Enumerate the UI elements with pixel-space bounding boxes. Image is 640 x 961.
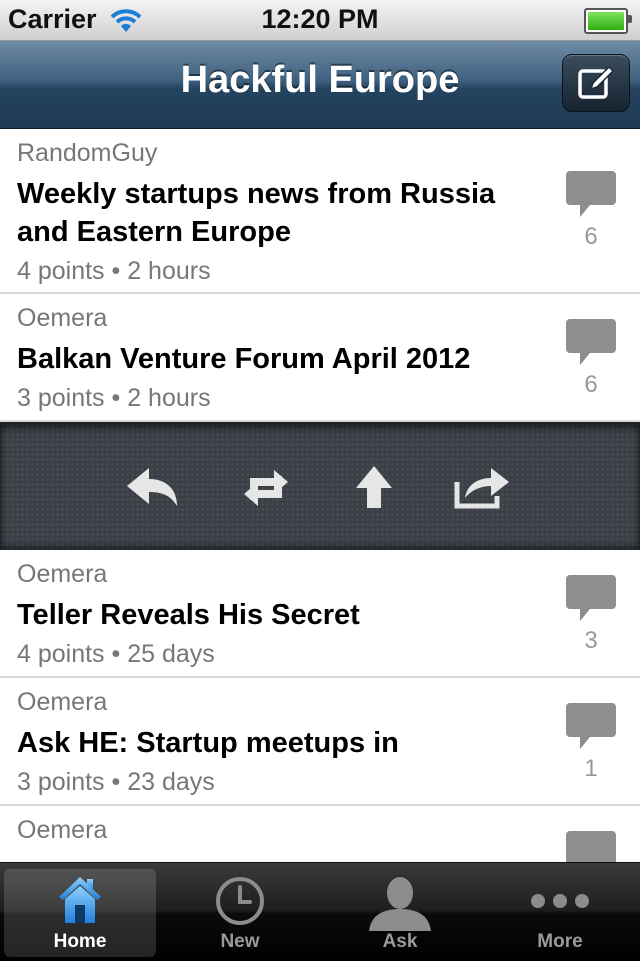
reply-icon[interactable] [123,464,183,510]
story-author: Oemera [17,560,108,588]
tab-more[interactable]: More [484,869,636,957]
story-row[interactable]: Oemera Ask HE: Startup meetups in 3 poin… [0,678,640,806]
story-title: Balkan Venture Forum April 2012 [17,343,471,375]
tab-label: More [537,931,583,952]
story-author: Oemera [17,304,108,332]
story-title: Teller Reveals His Secret [17,599,360,631]
comments-button[interactable]: 3 [562,575,620,655]
comment-bubble-icon [566,319,616,365]
comment-bubble-icon [566,575,616,621]
clock: 12:20 PM [261,4,379,34]
story-row[interactable]: Oemera Teller Reveals His Secret 4 point… [0,550,640,678]
story-meta: 4 points • 2 hours [17,257,211,285]
story-author: Oemera [17,816,108,844]
story-action-bar [0,422,640,550]
compose-button[interactable] [562,54,630,112]
comment-bubble-icon [566,831,616,862]
tab-label: Ask [382,931,418,952]
battery-icon [584,8,632,34]
tab-label: New [220,931,260,952]
comments-button[interactable]: 6 [562,319,620,399]
tab-label: Home [53,931,107,952]
story-meta: 3 points • 2 hours [17,384,211,412]
story-title: Ask HE: Startup meetups in [17,727,399,759]
tab-new[interactable]: New [164,869,316,957]
retweet-icon[interactable] [236,464,296,510]
comment-count: 1 [584,755,598,782]
comment-count: 6 [584,223,598,250]
home-icon [59,877,101,923]
story-row[interactable]: RandomGuy Weekly startups news from Russ… [0,129,640,294]
comments-button[interactable]: 1 [562,703,620,783]
story-author: RandomGuy [17,139,158,167]
comments-button[interactable]: 6 [562,171,620,251]
tab-home[interactable]: Home [4,869,156,957]
comment-count: 6 [584,371,598,398]
share-icon[interactable] [451,464,511,510]
compose-icon [578,65,615,99]
story-title: Weekly startups news from Russia and Eas… [17,178,496,248]
upvote-icon[interactable] [344,464,404,510]
comment-bubble-icon [566,171,616,217]
tab-bar: Home New Ask More [0,862,640,961]
navigation-bar: Hackful Europe [0,41,640,129]
story-author: Oemera [17,688,108,716]
comments-button[interactable] [562,831,620,862]
story-meta: 3 points • 23 days [17,768,215,796]
story-row[interactable]: Oemera Balkan Venture Forum April 2012 3… [0,294,640,422]
story-row[interactable]: Oemera [0,806,640,862]
clock-icon [216,877,264,925]
comment-count: 3 [584,627,598,654]
tab-ask[interactable]: Ask [324,869,476,957]
comment-bubble-icon [566,703,616,749]
more-icon [531,894,589,908]
status-bar: Carrier 12:20 PM [0,0,640,41]
story-meta: 4 points • 25 days [17,640,215,668]
page-title: Hackful Europe [180,59,460,101]
person-icon [369,877,431,931]
